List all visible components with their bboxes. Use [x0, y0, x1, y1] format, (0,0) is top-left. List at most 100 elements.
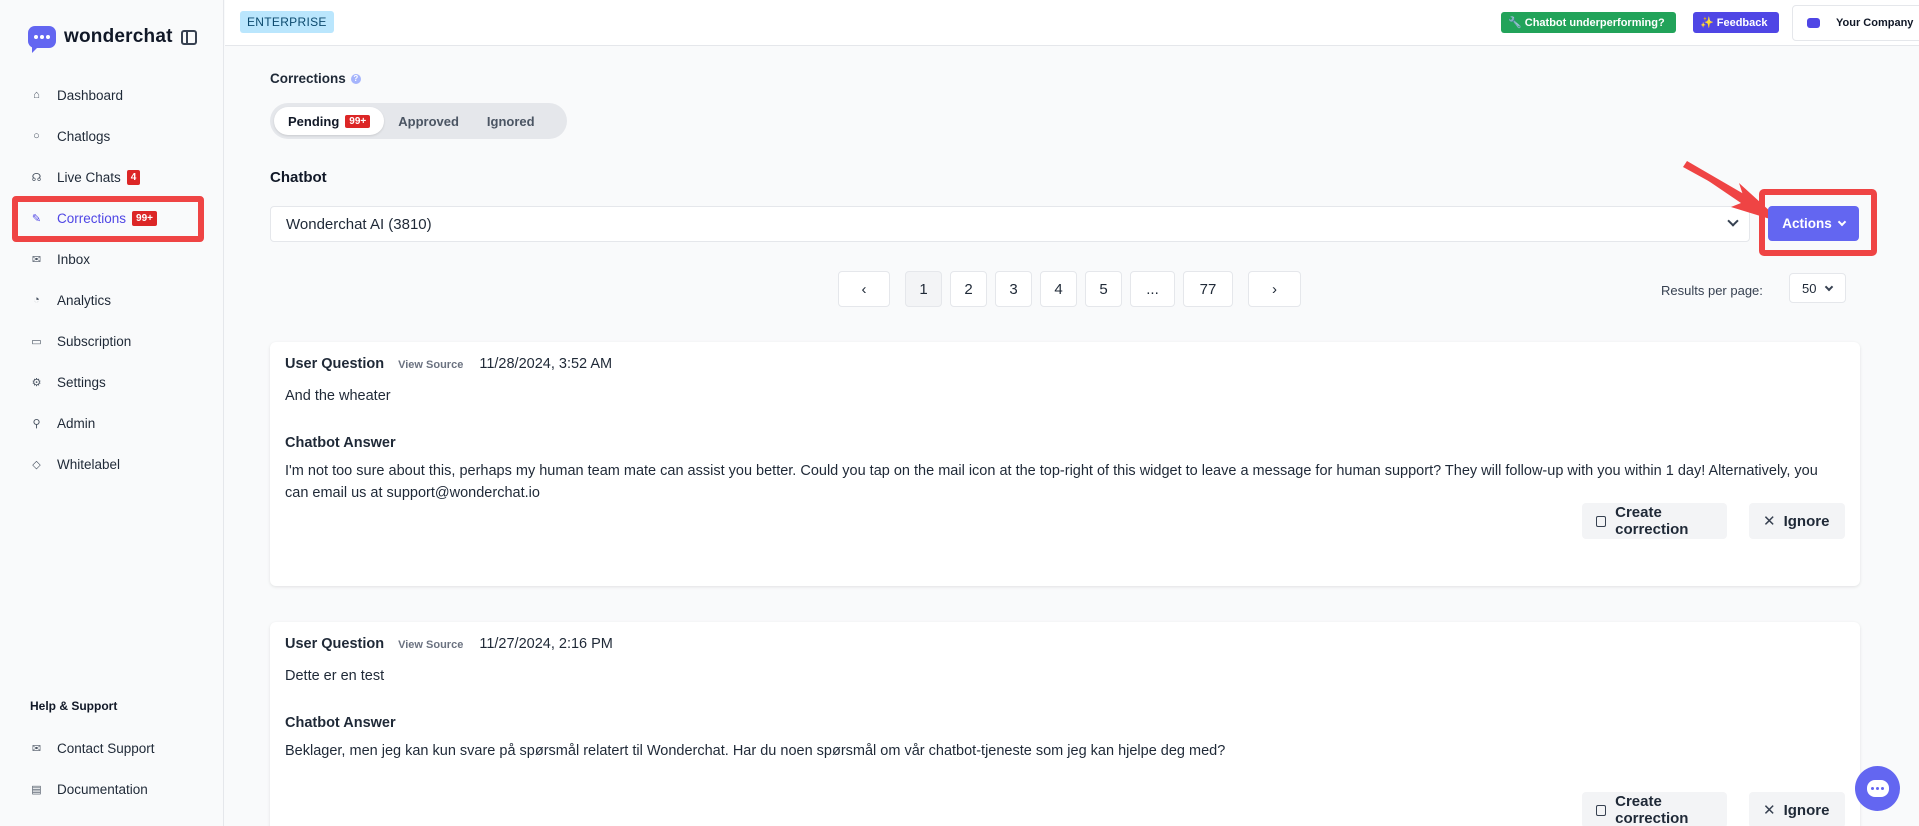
tag-icon: ◇	[32, 458, 41, 471]
sidebar-item-label: Chatlogs	[57, 128, 111, 144]
company-switcher[interactable]: Your Company	[1792, 5, 1919, 41]
chatbot-underperforming-button[interactable]: 🔧 Chatbot underperforming?	[1501, 12, 1676, 33]
correction-card: User Question View Source 11/28/2024, 3:…	[270, 342, 1860, 586]
pending-badge: 99+	[345, 114, 371, 128]
page-title: Corrections ?	[270, 71, 361, 86]
sidebar-item-label: Admin	[57, 415, 96, 431]
chatbot-label: Chatbot	[270, 169, 327, 186]
sidebar-item-label: Corrections	[57, 210, 127, 226]
chatbot-selected-value: Wonderchat AI (3810)	[286, 215, 432, 233]
main-content: Corrections ? Pending 99+ Approved Ignor…	[225, 46, 1919, 826]
page-button[interactable]: 77	[1183, 271, 1233, 307]
tab-ignored[interactable]: Ignored	[473, 107, 549, 135]
next-page-button[interactable]: ›	[1248, 271, 1301, 307]
gear-icon: ⚙	[31, 376, 42, 389]
info-icon[interactable]: ?	[350, 73, 361, 84]
question-header: User Question View Source 11/27/2024, 2:…	[285, 636, 613, 652]
status-tabs: Pending 99+ Approved Ignored	[270, 103, 567, 139]
app-root: wonderchat ⌂ Dashboard ○ Chatlogs ☊ Live…	[0, 0, 1919, 826]
sidebar-item-analytics[interactable]: ◔ Analytics	[18, 280, 204, 320]
results-per-page-value: 50	[1802, 280, 1817, 296]
plan-badge: ENTERPRISE	[240, 11, 334, 33]
page-button[interactable]: 3	[995, 271, 1032, 307]
answer-text: Beklager, men jeg kan kun svare på spørs…	[285, 743, 1226, 759]
edit-icon	[1596, 804, 1607, 816]
page-button[interactable]: 5	[1085, 271, 1122, 307]
sidebar-item-label: Analytics	[57, 292, 112, 308]
chat-widget-button[interactable]	[1855, 766, 1900, 811]
sidebar-item-label: Inbox	[57, 251, 91, 267]
user-check-icon: ⚲	[32, 417, 41, 430]
mail-icon: ✉	[31, 253, 42, 266]
actions-label: Actions	[1782, 216, 1832, 231]
sidebar-item-label: Contact Support	[57, 740, 155, 756]
chevron-down-icon	[1824, 282, 1834, 292]
mail-icon: ✉	[31, 742, 42, 755]
results-per-page-select[interactable]: 50	[1789, 273, 1846, 303]
actions-button[interactable]: Actions	[1768, 206, 1859, 241]
answer-label: Chatbot Answer	[285, 435, 396, 451]
answer-label: Chatbot Answer	[285, 715, 396, 731]
sidebar-item-documentation[interactable]: ▤ Documentation	[18, 769, 204, 809]
brand[interactable]: wonderchat	[28, 26, 173, 53]
help-support-heading: Help & Support	[30, 699, 118, 713]
chat-bubble-icon	[1866, 780, 1889, 797]
sidebar-item-contact-support[interactable]: ✉ Contact Support	[18, 728, 204, 768]
question-header: User Question View Source 11/28/2024, 3:…	[285, 356, 612, 372]
wonderchat-logo-icon	[28, 26, 56, 53]
sidebar-item-subscription[interactable]: ▭ Subscription	[18, 321, 204, 361]
tab-label: Approved	[398, 113, 459, 129]
sidebar-item-inbox[interactable]: ✉ Inbox	[18, 239, 204, 279]
create-correction-label: Create correction	[1615, 793, 1689, 826]
feedback-button[interactable]: ✨ Feedback	[1693, 12, 1779, 33]
question-date: 11/27/2024, 2:16 PM	[479, 636, 613, 652]
headset-icon: ☊	[31, 171, 42, 184]
view-source-link[interactable]: View Source	[398, 359, 463, 371]
page-button[interactable]: 4	[1040, 271, 1077, 307]
ignore-label: Ignore	[1783, 801, 1830, 819]
question-label: User Question	[285, 356, 385, 372]
correction-card: User Question View Source 11/27/2024, 2:…	[270, 622, 1860, 826]
tab-approved[interactable]: Approved	[384, 107, 473, 135]
prev-page-button[interactable]: ‹	[838, 271, 890, 307]
sidebar-item-whitelabel[interactable]: ◇ Whitelabel	[18, 444, 204, 484]
pie-chart-icon: ◔	[33, 294, 40, 306]
tab-label: Ignored	[486, 113, 535, 129]
chatbot-select[interactable]: Wonderchat AI (3810)	[270, 206, 1750, 242]
create-correction-button[interactable]: Create correction	[1582, 503, 1727, 539]
corrections-badge: 99+	[132, 210, 157, 226]
answer-text: I'm not too sure about this, perhaps my …	[285, 463, 1818, 501]
live-chats-badge: 4	[126, 169, 141, 185]
sidebar-item-chatlogs[interactable]: ○ Chatlogs	[18, 116, 204, 156]
sidebar-nav: ⌂ Dashboard ○ Chatlogs ☊ Live Chats 4 ✎ …	[12, 75, 204, 485]
question-label: User Question	[285, 636, 385, 652]
close-icon: ✕	[1763, 513, 1776, 530]
ignore-button[interactable]: ✕ Ignore	[1749, 792, 1845, 826]
sidebar-item-live-chats[interactable]: ☊ Live Chats 4	[18, 157, 204, 197]
sidebar-item-corrections[interactable]: ✎ Corrections 99+	[12, 196, 204, 242]
ignore-button[interactable]: ✕ Ignore	[1749, 503, 1845, 539]
question-text: And the wheater	[285, 388, 391, 404]
sidebar-item-settings[interactable]: ⚙ Settings	[18, 362, 204, 402]
create-correction-button[interactable]: Create correction	[1582, 792, 1727, 826]
sidebar-item-label: Settings	[57, 374, 106, 390]
help-nav: ✉ Contact Support ▤ Documentation	[18, 728, 204, 810]
document-icon: ▤	[31, 783, 42, 796]
edit-icon	[1596, 515, 1607, 527]
home-icon: ⌂	[33, 89, 40, 101]
chevron-down-icon	[1837, 217, 1846, 226]
sidebar-item-dashboard[interactable]: ⌂ Dashboard	[18, 75, 204, 115]
sidebar-item-label: Documentation	[57, 781, 148, 797]
sidebar-item-admin[interactable]: ⚲ Admin	[18, 403, 204, 443]
ignore-label: Ignore	[1783, 512, 1830, 530]
page-button[interactable]: 2	[950, 271, 987, 307]
sidebar-item-label: Dashboard	[57, 87, 124, 103]
credit-card-icon: ▭	[31, 335, 42, 348]
brand-name: wonderchat	[64, 26, 173, 47]
view-source-link[interactable]: View Source	[398, 639, 463, 651]
page-button[interactable]: 1	[905, 271, 942, 307]
results-per-page-label: Results per page:	[1661, 283, 1763, 298]
sidebar-toggle-icon[interactable]	[181, 30, 197, 45]
tab-pending[interactable]: Pending 99+	[274, 107, 385, 135]
topbar: ENTERPRISE 🔧 Chatbot underperforming? ✨ …	[225, 0, 1919, 46]
